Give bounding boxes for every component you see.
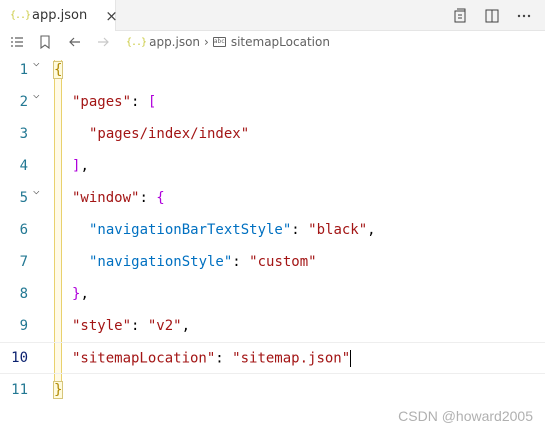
code-editor[interactable]: 1 ⌵ { 2 ⌵ "pages": [ 3 "pages/index/inde… bbox=[0, 53, 545, 432]
close-brace: } bbox=[52, 381, 64, 399]
json-braces-icon: {..} bbox=[126, 36, 147, 48]
json-key: "sitemapLocation" bbox=[72, 350, 216, 366]
forward-arrow-icon[interactable] bbox=[94, 33, 112, 51]
code-line: 8 }, bbox=[0, 278, 545, 310]
text-cursor bbox=[350, 349, 352, 367]
code-line: 1 ⌵ { bbox=[0, 54, 545, 86]
code-line: 6 "navigationBarTextStyle": "black", bbox=[0, 214, 545, 246]
watermark: CSDN @howard2005 bbox=[398, 408, 533, 424]
tab-bar: {..} app.json × bbox=[0, 0, 545, 31]
json-value: "sitemap.json" bbox=[232, 350, 351, 366]
open-preview-icon[interactable] bbox=[451, 7, 469, 25]
json-value: "custom" bbox=[249, 254, 317, 270]
breadcrumb-symbol[interactable]: sitemapLocation bbox=[231, 35, 330, 49]
json-braces-icon: {..} bbox=[10, 10, 31, 21]
editor-actions bbox=[451, 0, 533, 31]
json-key: "pages" bbox=[72, 94, 132, 110]
key-symbol-icon: abc bbox=[212, 37, 226, 47]
tab-app-json[interactable]: {..} app.json × bbox=[0, 0, 118, 31]
line-number: 5 bbox=[19, 190, 28, 206]
line-number: 7 bbox=[19, 254, 28, 270]
json-key: "navigationStyle" bbox=[89, 254, 233, 270]
more-actions-icon[interactable] bbox=[515, 7, 533, 25]
fold-chevron-icon[interactable]: ⌵ bbox=[33, 56, 47, 70]
list-icon[interactable] bbox=[8, 33, 26, 51]
json-key: "window" bbox=[72, 190, 140, 206]
line-number: 9 bbox=[19, 318, 28, 334]
chevron-right-icon: › bbox=[204, 35, 209, 49]
back-arrow-icon[interactable] bbox=[66, 33, 84, 51]
json-value: "pages/index/index" bbox=[89, 126, 250, 142]
split-editor-icon[interactable] bbox=[483, 7, 501, 25]
breadcrumb: {..} app.json › abc sitemapLocation bbox=[0, 31, 545, 53]
breadcrumb-file[interactable]: app.json bbox=[149, 35, 200, 49]
close-icon[interactable]: × bbox=[105, 7, 118, 25]
line-number: 3 bbox=[19, 126, 28, 142]
code-line: 11 } bbox=[0, 374, 545, 406]
fold-chevron-icon[interactable]: ⌵ bbox=[33, 184, 47, 198]
code-line: 9 "style": "v2", bbox=[0, 310, 545, 342]
code-line: 2 ⌵ "pages": [ bbox=[0, 86, 545, 118]
line-number: 4 bbox=[19, 158, 28, 174]
line-number: 6 bbox=[19, 222, 28, 238]
json-value: "black" bbox=[308, 222, 368, 238]
line-number: 10 bbox=[11, 350, 28, 366]
fold-chevron-icon[interactable]: ⌵ bbox=[33, 88, 47, 102]
open-brace: { bbox=[52, 61, 64, 79]
tab-label: app.json bbox=[32, 8, 88, 23]
line-number: 8 bbox=[19, 286, 28, 302]
code-line-current: 10 "sitemapLocation": "sitemap.json" bbox=[0, 342, 545, 374]
line-number: 11 bbox=[11, 382, 28, 398]
code-line: 5 ⌵ "window": { bbox=[0, 182, 545, 214]
json-key: "navigationBarTextStyle" bbox=[89, 222, 292, 238]
code-line: 4 ], bbox=[0, 150, 545, 182]
bookmark-icon[interactable] bbox=[36, 33, 54, 51]
line-number: 1 bbox=[19, 62, 28, 78]
line-number: 2 bbox=[19, 94, 28, 110]
json-value: "v2" bbox=[147, 318, 182, 334]
code-line: 3 "pages/index/index" bbox=[0, 118, 545, 150]
code-line: 7 "navigationStyle": "custom" bbox=[0, 246, 545, 278]
json-key: "style" bbox=[72, 318, 132, 334]
